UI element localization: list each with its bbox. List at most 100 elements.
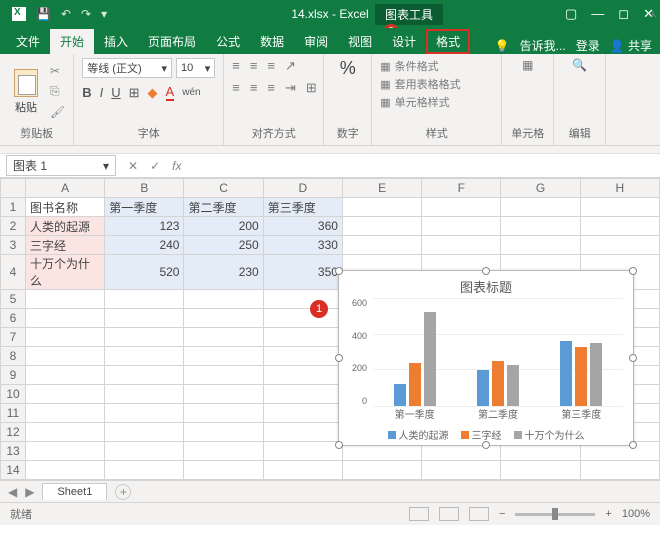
cell[interactable]	[184, 309, 263, 328]
cell[interactable]	[263, 347, 342, 366]
worksheet-area[interactable]: A B C D E F G H 1 图书名称 第一季度 第二季度 第三季度 2 …	[0, 178, 660, 481]
cell[interactable]	[26, 385, 105, 404]
cell[interactable]: 360	[263, 217, 342, 236]
row-header[interactable]: 8	[1, 347, 26, 366]
cell[interactable]	[184, 442, 263, 461]
cell[interactable]	[26, 347, 105, 366]
cell[interactable]	[580, 236, 659, 255]
tab-format[interactable]: 格式	[426, 29, 470, 54]
cell[interactable]	[26, 404, 105, 423]
tab-layout[interactable]: 页面布局	[138, 29, 206, 54]
cell[interactable]	[184, 290, 263, 309]
cell[interactable]	[105, 290, 184, 309]
cell[interactable]: 330	[263, 236, 342, 255]
collapse-ribbon-icon[interactable]: ㅅ	[648, 6, 658, 22]
minimize-icon[interactable]: —	[591, 6, 604, 22]
tab-data[interactable]: 数据	[250, 29, 294, 54]
chart-bar[interactable]	[424, 312, 436, 406]
cell[interactable]	[263, 328, 342, 347]
col-header[interactable]: C	[184, 179, 263, 198]
cell[interactable]: 520	[105, 255, 184, 290]
cell[interactable]	[105, 442, 184, 461]
cell[interactable]	[105, 404, 184, 423]
cell[interactable]	[263, 385, 342, 404]
fill-color-button[interactable]: ◆	[148, 85, 158, 101]
cell[interactable]: 240	[105, 236, 184, 255]
chart-bar[interactable]	[394, 384, 406, 406]
cell[interactable]	[342, 236, 421, 255]
border-button[interactable]: ⊞	[129, 85, 140, 101]
cell[interactable]	[26, 442, 105, 461]
sheet-nav-prev-icon[interactable]: ◀	[8, 485, 17, 499]
tell-me-icon[interactable]: 💡	[495, 39, 510, 53]
cancel-icon[interactable]: ✕	[128, 159, 138, 173]
cell[interactable]	[501, 461, 580, 480]
cell[interactable]	[184, 328, 263, 347]
cell[interactable]	[184, 461, 263, 480]
tab-insert[interactable]: 插入	[94, 29, 138, 54]
new-sheet-button[interactable]: +	[115, 484, 131, 500]
copy-icon[interactable]: ⎘	[50, 84, 65, 99]
tell-me-text[interactable]: 告诉我...	[520, 37, 566, 54]
row-header[interactable]: 10	[1, 385, 26, 404]
cell[interactable]	[263, 366, 342, 385]
conditional-format-button[interactable]: ▦条件格式	[380, 58, 493, 74]
tab-formulas[interactable]: 公式	[206, 29, 250, 54]
cut-icon[interactable]: ✂	[50, 64, 65, 78]
page-layout-view-button[interactable]	[439, 507, 459, 521]
row-header[interactable]: 1	[1, 198, 26, 217]
cell[interactable]: 人类的起源	[26, 217, 105, 236]
chart-title[interactable]: 图表标题	[339, 271, 633, 298]
italic-button[interactable]: I	[100, 85, 104, 100]
cell[interactable]: 第二季度	[184, 198, 263, 217]
font-name-select[interactable]: 等线 (正文)▾	[82, 58, 172, 78]
chart-bar[interactable]	[492, 361, 504, 406]
cell[interactable]	[26, 366, 105, 385]
col-header[interactable]: A	[26, 179, 105, 198]
format-as-table-button[interactable]: ▦套用表格格式	[380, 76, 493, 92]
cell[interactable]: 350	[263, 255, 342, 290]
cell[interactable]	[105, 461, 184, 480]
row-header[interactable]: 7	[1, 328, 26, 347]
chart-plot-area[interactable]: 6004002000	[373, 298, 623, 406]
cell[interactable]	[422, 217, 501, 236]
row-header[interactable]: 4	[1, 255, 26, 290]
embedded-chart[interactable]: 图表标题 6004002000 第一季度第二季度第三季度 人类的起源 三字经 十…	[338, 270, 634, 446]
redo-icon[interactable]: ↷	[81, 7, 91, 21]
cell[interactable]	[105, 366, 184, 385]
editing-icon[interactable]: 🔍	[572, 58, 587, 72]
cell[interactable]	[184, 423, 263, 442]
col-header[interactable]: G	[501, 179, 580, 198]
cell[interactable]: 200	[184, 217, 263, 236]
cell[interactable]	[422, 198, 501, 217]
cell[interactable]: 123	[105, 217, 184, 236]
page-break-view-button[interactable]	[469, 507, 489, 521]
cell[interactable]	[105, 309, 184, 328]
row-header[interactable]: 14	[1, 461, 26, 480]
col-header[interactable]: E	[342, 179, 421, 198]
merge-icon[interactable]: ⊞	[306, 80, 317, 96]
align-bottom-icon[interactable]: ≡	[267, 58, 275, 74]
cell[interactable]	[580, 461, 659, 480]
cell[interactable]	[105, 328, 184, 347]
cell[interactable]: 第三季度	[263, 198, 342, 217]
cell[interactable]	[184, 347, 263, 366]
select-all-corner[interactable]	[1, 179, 26, 198]
phonetic-button[interactable]: wén	[182, 87, 200, 98]
align-left-icon[interactable]: ≡	[232, 80, 240, 96]
cell[interactable]	[26, 290, 105, 309]
zoom-level[interactable]: 100%	[622, 508, 650, 520]
cell[interactable]	[105, 385, 184, 404]
row-header[interactable]: 6	[1, 309, 26, 328]
font-color-button[interactable]: A	[166, 84, 175, 101]
fx-icon[interactable]: fx	[172, 159, 181, 173]
percent-button[interactable]: %	[332, 58, 363, 79]
cell[interactable]	[422, 236, 501, 255]
cell[interactable]: 三字经	[26, 236, 105, 255]
cell[interactable]	[263, 461, 342, 480]
tab-view[interactable]: 视图	[338, 29, 382, 54]
chart-bar[interactable]	[560, 341, 572, 406]
indent-icon[interactable]: ⇥	[285, 80, 296, 96]
normal-view-button[interactable]	[409, 507, 429, 521]
col-header[interactable]: H	[580, 179, 659, 198]
